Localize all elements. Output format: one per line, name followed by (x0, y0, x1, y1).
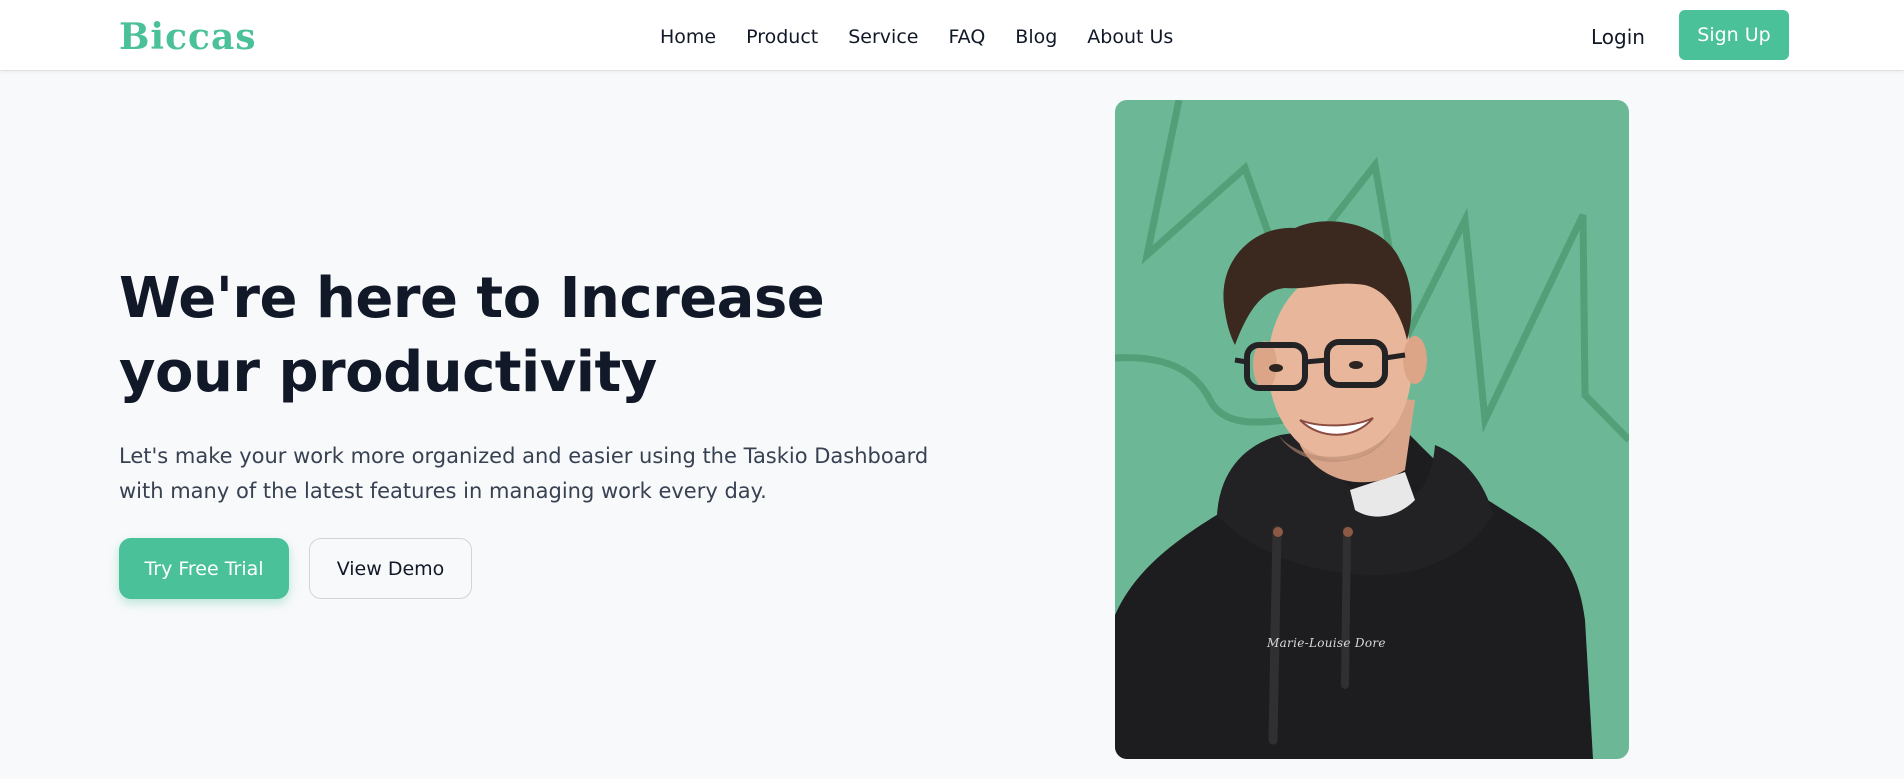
brand-logo[interactable]: Biccas (119, 15, 257, 59)
hero-title: We're here to Increase your productivity (119, 266, 825, 405)
nav-item-service[interactable]: Service (848, 24, 918, 50)
hero-portrait-illustration (1115, 100, 1629, 759)
nav-item-faq[interactable]: FAQ (948, 24, 985, 50)
hoodie-print-text: Marie-Louise Dore (1267, 636, 1386, 650)
try-free-trial-button[interactable]: Try Free Trial (119, 538, 289, 599)
login-link[interactable]: Login (1591, 24, 1645, 50)
nav-item-product[interactable]: Product (746, 24, 818, 50)
hero-subtitle: Let's make your work more organized and … (119, 444, 929, 503)
sign-up-button[interactable]: Sign Up (1679, 10, 1789, 60)
nav-item-home[interactable]: Home (660, 24, 716, 50)
nav-item-about-us[interactable]: About Us (1087, 24, 1173, 50)
view-demo-button[interactable]: View Demo (309, 538, 472, 599)
hero-portrait-image: Marie-Louise Dore (1115, 100, 1629, 759)
top-navbar: Biccas Home Product Service FAQ Blog Abo… (0, 0, 1904, 70)
main-nav: Home Product Service FAQ Blog About Us (660, 24, 1173, 50)
nav-item-blog[interactable]: Blog (1015, 24, 1057, 50)
